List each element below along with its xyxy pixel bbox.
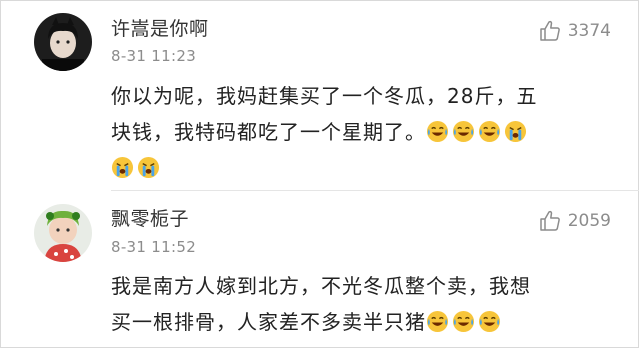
like-button[interactable]: 2059 <box>538 209 611 233</box>
username[interactable]: 飘零栀子 <box>111 204 189 231</box>
laugh-cry-emoji-icon <box>452 120 475 143</box>
like-button[interactable]: 3374 <box>538 19 611 43</box>
laugh-cry-emoji-icon <box>426 120 449 143</box>
thumbs-up-icon <box>539 210 560 231</box>
laugh-cry-emoji-icon <box>452 310 475 333</box>
thumbs-up-icon <box>539 20 560 41</box>
laugh-cry-emoji-icon <box>426 310 449 333</box>
comment-text-line: 我是南方人嫁到北方，不光冬瓜整个卖，我想 <box>111 274 531 298</box>
crying-emoji-icon <box>137 156 160 179</box>
comment-text-line: 你以为呢，我妈赶集买了一个冬瓜，28斤，五 <box>111 84 538 108</box>
timestamp: 8-31 11:52 <box>111 238 197 256</box>
timestamp: 8-31 11:23 <box>111 47 197 65</box>
avatar[interactable] <box>34 204 92 262</box>
username[interactable]: 许嵩是你啊 <box>111 14 209 41</box>
comment-text: 你以为呢，我妈赶集买了一个冬瓜，28斤，五 块钱，我特码都吃了一个星期了。 <box>111 78 611 186</box>
avatar-baby-photo-icon <box>34 204 92 262</box>
comment-text-line: 买一根排骨，人家差不多卖半只猪 <box>111 304 611 340</box>
comment-text-line: 块钱，我特码都吃了一个星期了。 <box>111 114 611 150</box>
laugh-cry-emoji-icon <box>478 310 501 333</box>
comment-text: 我是南方人嫁到北方，不光冬瓜整个卖，我想 买一根排骨，人家差不多卖半只猪 <box>111 268 611 340</box>
avatar-dark-photo-icon <box>34 13 92 71</box>
crying-emoji-icon <box>504 120 527 143</box>
comment-divider <box>111 190 639 191</box>
like-count: 3374 <box>567 21 611 41</box>
laugh-cry-emoji-icon <box>478 120 501 143</box>
comment-emoji-line <box>111 150 611 186</box>
avatar[interactable] <box>34 13 92 71</box>
crying-emoji-icon <box>111 156 134 179</box>
like-count: 2059 <box>567 211 611 231</box>
